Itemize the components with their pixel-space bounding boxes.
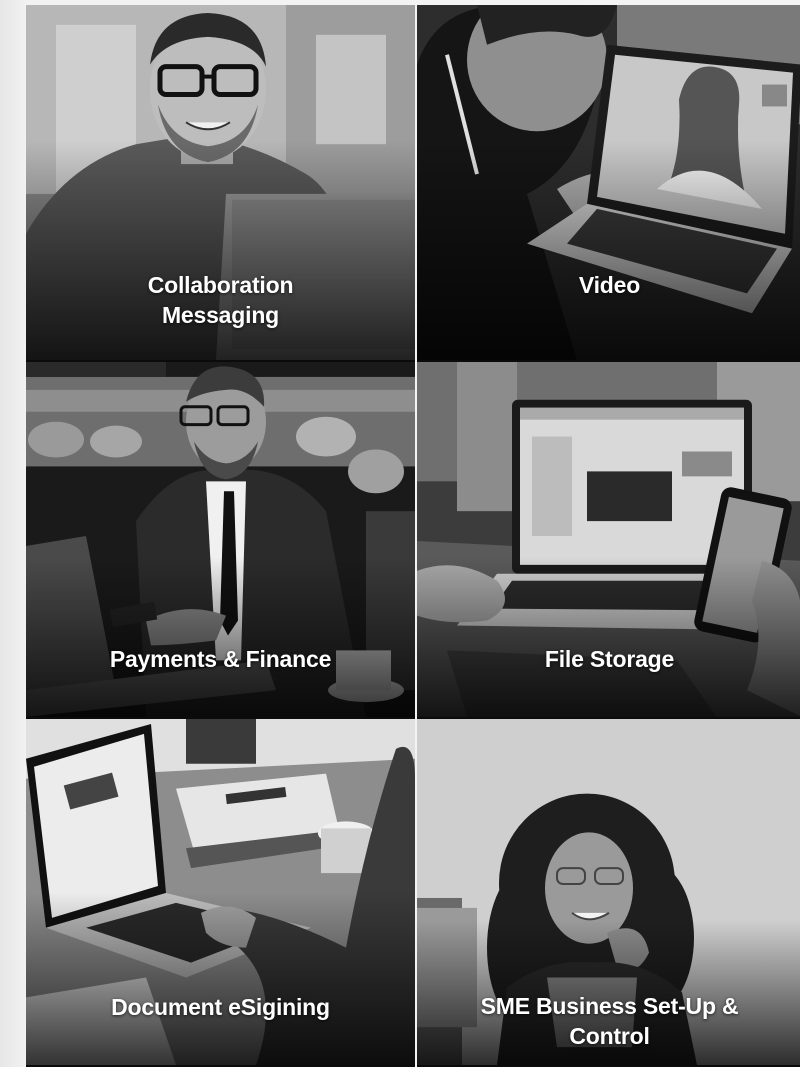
service-label-line: SME Business Set-Up & [480,993,739,1019]
service-tile-document[interactable]: Document eSigining [26,719,415,1067]
service-tile-collaboration[interactable]: Collaboration Messaging [26,5,415,362]
service-label-line: Document eSigining [111,994,330,1020]
service-label-line: Messaging [161,302,280,328]
service-label-sme: SME Business Set-Up & Control [417,991,800,1051]
woman-video-call-laptop-photo [417,5,800,360]
service-label-video: Video [417,270,800,300]
service-label-line: Collaboration [147,272,294,298]
service-label-document: Document eSigining [26,992,415,1022]
service-label-line: File Storage [544,646,675,672]
service-tile-file-storage[interactable]: File Storage [417,362,800,719]
services-grid: Collaboration Messaging Video Payments &… [26,5,800,1067]
service-label-line: Payments & Finance [109,646,332,672]
service-tile-sme[interactable]: SME Business Set-Up & Control [417,719,800,1067]
service-label-payments: Payments & Finance [26,644,415,674]
service-label-collaboration: Collaboration Messaging [26,270,415,330]
service-tile-video[interactable]: Video [417,5,800,362]
page: Collaboration Messaging Video Payments &… [0,0,800,1067]
service-label-file-storage: File Storage [417,644,800,674]
service-tile-payments[interactable]: Payments & Finance [26,362,415,719]
service-label-line: Control [569,1023,650,1049]
service-label-line: Video [578,272,641,298]
